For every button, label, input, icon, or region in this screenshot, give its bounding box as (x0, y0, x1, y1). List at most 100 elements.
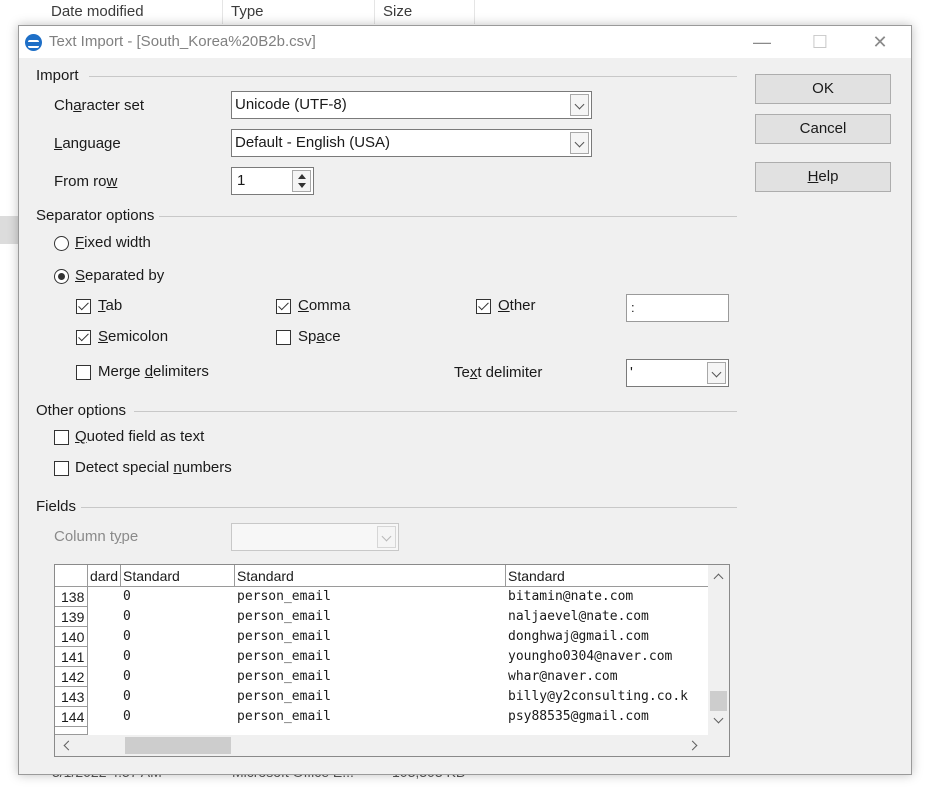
row-number: 144 (55, 707, 88, 727)
explorer-selection-strip (0, 216, 18, 244)
row-number: 138 (55, 587, 88, 607)
cell-standard-2: 0 (123, 589, 131, 604)
spin-up-icon[interactable] (298, 174, 306, 179)
space-checkbox[interactable] (276, 330, 291, 345)
chevron-down-icon[interactable] (570, 132, 589, 154)
comma-checkbox[interactable] (276, 299, 291, 314)
fixed-mnemonic: F (75, 234, 85, 251)
tab-checkbox[interactable] (76, 299, 91, 314)
chevron-down-icon[interactable] (570, 94, 589, 116)
detect-label-a: Detect special (75, 459, 174, 476)
comma-label[interactable]: Comma (298, 297, 351, 314)
merge-delimiters-checkbox[interactable] (76, 365, 91, 380)
language-value: Default - English (USA) (235, 134, 391, 151)
column-size[interactable]: Size (375, 0, 475, 24)
column-header[interactable]: Standard (121, 565, 235, 587)
libreoffice-icon (25, 34, 42, 51)
fixed-width-label[interactable]: Fixed width (75, 234, 151, 251)
column-date-modified[interactable]: Date modified (43, 0, 223, 24)
column-header[interactable]: dard (88, 565, 121, 587)
semicolon-label[interactable]: Semicolon (98, 328, 168, 345)
row-number: 142 (55, 667, 88, 687)
language-select[interactable]: Default - English (USA) (231, 129, 592, 157)
other-mnemonic: O (498, 297, 510, 314)
fixed-width-radio[interactable] (54, 236, 69, 251)
language-label: Language (54, 135, 121, 152)
cell-standard-1 (90, 587, 119, 607)
column-type-select[interactable] (231, 523, 399, 551)
cell-standard-3: person_email (237, 589, 331, 604)
scroll-up-icon[interactable] (713, 573, 724, 584)
other-options-divider (134, 411, 737, 412)
scroll-right-icon[interactable] (687, 740, 698, 751)
help-mnemonic: H (807, 168, 819, 185)
separated-mnemonic: S (75, 267, 86, 284)
scroll-corner (708, 735, 729, 756)
text-delimiter-select[interactable]: ' (626, 359, 729, 387)
cell-standard-1 (90, 687, 119, 707)
other-checkbox[interactable] (476, 299, 491, 314)
cell-standard-4: donghwaj@gmail.com (508, 629, 649, 644)
quoted-label-b: uoted field as text (86, 428, 205, 445)
separated-by-radio[interactable] (54, 269, 69, 284)
language-label-b: anguage (62, 135, 121, 152)
cell-standard-4: naljaevel@nate.com (508, 609, 649, 624)
vertical-scroll-thumb[interactable] (710, 691, 727, 711)
horizontal-scroll-thumb[interactable] (125, 737, 231, 754)
spin-buttons[interactable] (292, 170, 311, 192)
fields-preview-grid[interactable]: dard Standard Standard Standard 138 0 pers… (54, 564, 730, 757)
merge-delimiters-label[interactable]: Merge delimiters (98, 363, 209, 380)
quoted-field-checkbox[interactable] (54, 430, 69, 445)
space-label[interactable]: Space (298, 328, 341, 345)
detect-special-numbers-checkbox[interactable] (54, 461, 69, 476)
separated-by-label[interactable]: Separated by (75, 267, 164, 284)
table-row: 144 0 person_email psy88535@gmail.com (55, 707, 709, 727)
help-button[interactable]: Help (755, 162, 891, 192)
cell-standard-2: 0 (123, 649, 131, 664)
close-button[interactable]: ✕ (857, 26, 903, 58)
space-label-a: Sp (298, 328, 317, 345)
character-set-select[interactable]: Unicode (UTF-8) (231, 91, 592, 119)
separator-divider (159, 216, 737, 217)
comma-label-b: omma (308, 297, 351, 314)
explorer-column-header: Date modified Type Size (0, 0, 938, 24)
scroll-left-icon[interactable] (63, 740, 74, 751)
cell-standard-2: 0 (123, 689, 131, 704)
chevron-down-icon[interactable] (377, 526, 396, 548)
detect-label-b: umbers (181, 459, 232, 476)
column-type[interactable]: Type (223, 0, 375, 24)
cancel-button[interactable]: Cancel (755, 114, 891, 144)
other-separator-input[interactable]: : (626, 294, 729, 322)
from-row-label: From row (54, 173, 117, 190)
column-header[interactable]: Standard (235, 565, 506, 587)
spin-down-icon[interactable] (298, 183, 306, 188)
fields-divider (81, 507, 737, 508)
import-divider (89, 76, 737, 77)
minimize-button[interactable]: — (739, 26, 785, 58)
separated-label-b: eparated by (85, 267, 165, 284)
chevron-down-icon[interactable] (707, 362, 726, 384)
quoted-field-label[interactable]: Quoted field as text (75, 428, 204, 445)
charset-label-b: racter set (81, 97, 145, 114)
help-label: elp (818, 168, 839, 185)
ok-button[interactable]: OK (755, 74, 891, 104)
tab-label[interactable]: Tab (98, 297, 122, 314)
semicolon-mnemonic: S (98, 328, 109, 345)
semicolon-label-b: emicolon (108, 328, 169, 345)
cell-standard-3: person_email (237, 629, 331, 644)
detect-special-numbers-label[interactable]: Detect special numbers (75, 459, 232, 476)
character-set-value: Unicode (UTF-8) (235, 96, 347, 113)
cell-standard-2: 0 (123, 669, 131, 684)
maximize-button[interactable]: ☐ (797, 26, 843, 58)
other-label[interactable]: Other (498, 297, 536, 314)
cell-standard-4: billy@y2consulting.co.k (508, 689, 689, 704)
column-header[interactable]: Standard (506, 565, 709, 587)
scroll-down-icon[interactable] (713, 713, 724, 724)
semicolon-checkbox[interactable] (76, 330, 91, 345)
from-row-spinner[interactable]: 1 (231, 167, 314, 195)
vertical-scrollbar[interactable] (708, 565, 729, 735)
horizontal-scrollbar[interactable] (55, 735, 709, 756)
cell-standard-3: person_email (237, 709, 331, 724)
text-delimiter-label: Text delimiter (454, 364, 542, 381)
column-type-label: Column type (54, 528, 138, 545)
